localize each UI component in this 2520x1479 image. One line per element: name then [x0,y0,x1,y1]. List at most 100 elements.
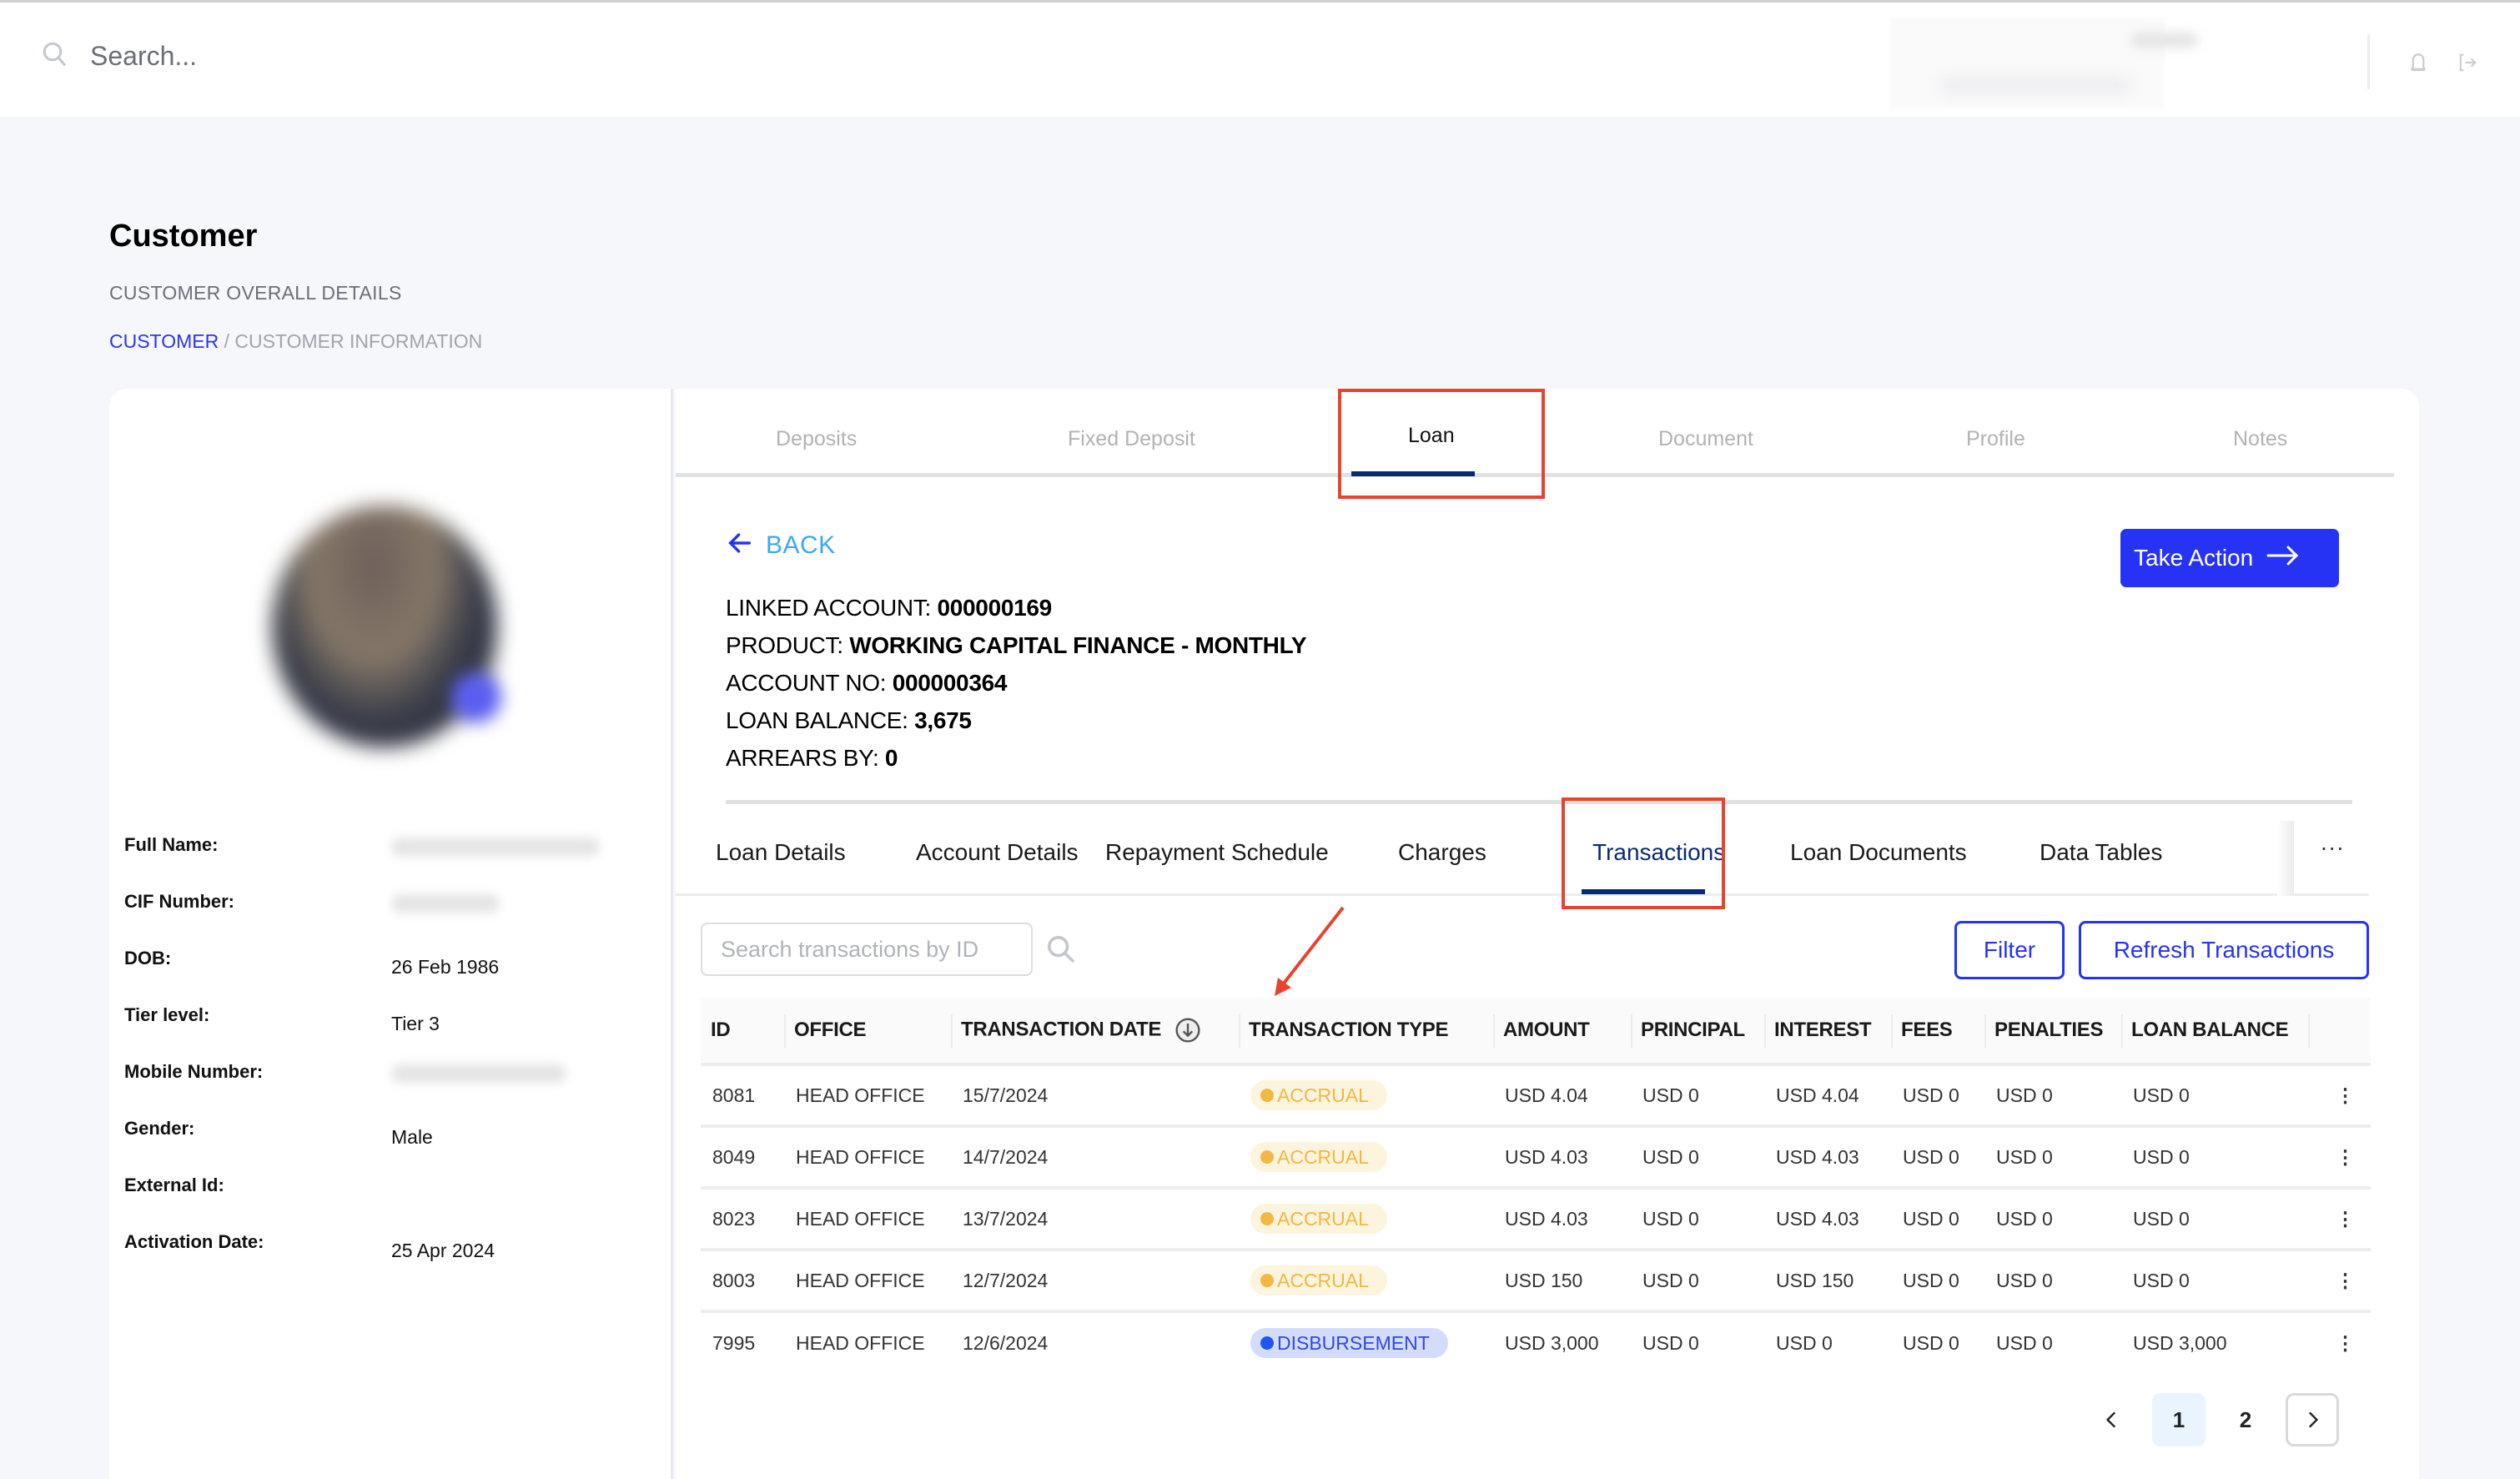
col-loan-balance[interactable]: LOAN BALANCE [2121,998,2308,1064]
refresh-transactions-button[interactable]: Refresh Transactions [2079,921,2369,979]
row-menu-icon[interactable]: ⋮ [2308,1311,2371,1373]
pagination: 1 2 [2085,1393,2352,1446]
col-penalties[interactable]: PENALTIES [1984,998,2121,1064]
topbar-divider [2367,34,2370,89]
user-profile-menu[interactable] [1889,18,2198,109]
row-menu-icon[interactable]: ⋮ [2308,1188,2371,1250]
type-label: ACCRUAL [1277,1207,1369,1230]
info-row-mobile: Mobile Number: [124,1061,658,1118]
subtab-repayment-schedule[interactable]: Repayment Schedule [1105,839,1329,866]
col-principal[interactable]: PRINCIPAL [1631,998,1764,1064]
subtab-loan-documents[interactable]: Loan Documents [1790,839,1967,866]
subtab-account-details[interactable]: Account Details [916,839,1079,866]
tab-document[interactable]: Document [1658,427,1753,451]
global-search [40,39,591,73]
tab-notes[interactable]: Notes [2233,427,2287,451]
logout-icon[interactable] [2456,51,2479,74]
cell-balance: USD 0 [2133,1269,2190,1291]
cell-penalties: USD 0 [1996,1269,2053,1291]
annotation-box-loan-tab [1338,389,1545,499]
filter-button[interactable]: Filter [1954,921,2065,979]
breadcrumb-separator: / [219,330,235,352]
subtab-data-tables[interactable]: Data Tables [2040,839,2162,866]
tab-profile[interactable]: Profile [1966,427,2025,451]
cell-amount: USD 150 [1505,1269,1583,1291]
take-action-button[interactable]: Take Action [2120,529,2339,587]
table-row[interactable]: 8023 HEAD OFFICE 13/7/2024 ACCRUAL USD 4… [701,1188,2371,1250]
type-badge: ACCRUAL [1250,1204,1387,1234]
type-badge: ACCRUAL [1250,1080,1387,1110]
loan-summary: LINKED ACCOUNT: 000000169 PRODUCT: WORKI… [726,589,1307,777]
type-label: ACCRUAL [1277,1084,1369,1106]
col-transaction-type[interactable]: TRANSACTION TYPE [1239,998,1493,1064]
bell-icon[interactable] [2406,49,2431,74]
more-tabs-button[interactable]: ... [2321,829,2345,856]
info-label: Mobile Number: [124,1061,264,1082]
back-button[interactable]: BACK [726,529,836,561]
cell-principal: USD 0 [1642,1207,1699,1230]
col-amount[interactable]: AMOUNT [1493,998,1631,1064]
cell-type: DISBURSEMENT [1239,1311,1493,1373]
cell-id: 7995 [712,1331,756,1354]
col-office[interactable]: OFFICE [784,998,951,1064]
table-row[interactable]: 8081 HEAD OFFICE 15/7/2024 ACCRUAL USD 4… [701,1064,2371,1126]
cell-office: HEAD OFFICE [796,1084,925,1106]
next-page-button[interactable] [2286,1393,2339,1446]
info-row-full-name: Full Name: [124,834,658,891]
col-transaction-date[interactable]: TRANSACTION DATE [951,998,1239,1064]
cell-date: 12/7/2024 [963,1269,1049,1291]
status-dot [1260,1336,1274,1350]
col-id[interactable]: ID [701,998,784,1064]
annotation-arrow [1275,906,1345,996]
transaction-search-input[interactable] [701,923,1033,976]
prev-page-button[interactable] [2085,1393,2139,1446]
cell-type: ACCRUAL [1239,1188,1493,1250]
row-menu-icon[interactable]: ⋮ [2308,1064,2371,1126]
subtab-loan-details[interactable]: Loan Details [716,839,846,866]
status-dot [1260,1274,1274,1287]
info-label: Full Name: [124,834,219,855]
take-action-label: Take Action [2134,545,2254,571]
cell-id: 8003 [712,1269,756,1291]
col-interest[interactable]: INTEREST [1764,998,1891,1064]
info-label: Gender: [124,1118,195,1139]
subtab-charges[interactable]: Charges [1398,839,1486,866]
loan-balance-label: LOAN BALANCE: [726,707,915,733]
table-row[interactable]: 8003 HEAD OFFICE 12/7/2024 ACCRUAL USD 1… [701,1250,2371,1311]
info-value: Male [391,1126,433,1148]
info-row-external-id: External Id: [124,1175,658,1231]
cell-amount: USD 4.04 [1505,1084,1588,1106]
type-label: ACCRUAL [1277,1145,1369,1168]
cell-balance: USD 0 [2133,1145,2190,1168]
page-1-button[interactable]: 1 [2152,1393,2206,1446]
arrow-right-icon [2266,544,2300,573]
breadcrumb-customer-link[interactable]: CUSTOMER [109,330,219,352]
sort-descending-icon[interactable] [1174,1017,1201,1044]
table-row[interactable]: 7995 HEAD OFFICE 12/6/2024 DISBURSEMENT … [701,1311,2371,1373]
account-no-label: ACCOUNT NO: [726,670,893,696]
account-content-card: Deposits Fixed Deposit Loan Document Pro… [676,389,2419,1479]
tab-deposits[interactable]: Deposits [776,427,857,451]
cell-amount: USD 4.03 [1505,1145,1588,1168]
global-search-input[interactable] [90,41,591,72]
cell-interest: USD 4.03 [1776,1145,1859,1168]
row-menu-icon[interactable]: ⋮ [2308,1126,2371,1188]
table-row[interactable]: 8049 HEAD OFFICE 14/7/2024 ACCRUAL USD 4… [701,1126,2371,1188]
cell-office: HEAD OFFICE [796,1331,925,1354]
cell-id: 8023 [712,1207,756,1230]
cell-fees: USD 0 [1903,1269,1959,1291]
col-fees[interactable]: FEES [1891,998,1984,1064]
customer-profile-card: Full Name: CIF Number: DOB: 26 Feb 1986 … [109,389,673,1479]
page-2-button[interactable]: 2 [2219,1393,2272,1446]
cell-office: HEAD OFFICE [796,1207,925,1230]
search-icon[interactable] [1044,933,1078,966]
back-label: BACK [766,531,836,559]
cell-date: 15/7/2024 [963,1084,1049,1106]
cell-principal: USD 0 [1642,1269,1699,1291]
product-label: PRODUCT: [726,632,850,658]
row-menu-icon[interactable]: ⋮ [2308,1250,2371,1311]
arrears-by-label: ARREARS BY: [726,745,885,771]
loan-balance: LOAN BALANCE: 3,675 [726,702,1306,739]
tab-fixed-deposit[interactable]: Fixed Deposit [1068,427,1195,451]
info-row-cif: CIF Number: [124,891,658,948]
